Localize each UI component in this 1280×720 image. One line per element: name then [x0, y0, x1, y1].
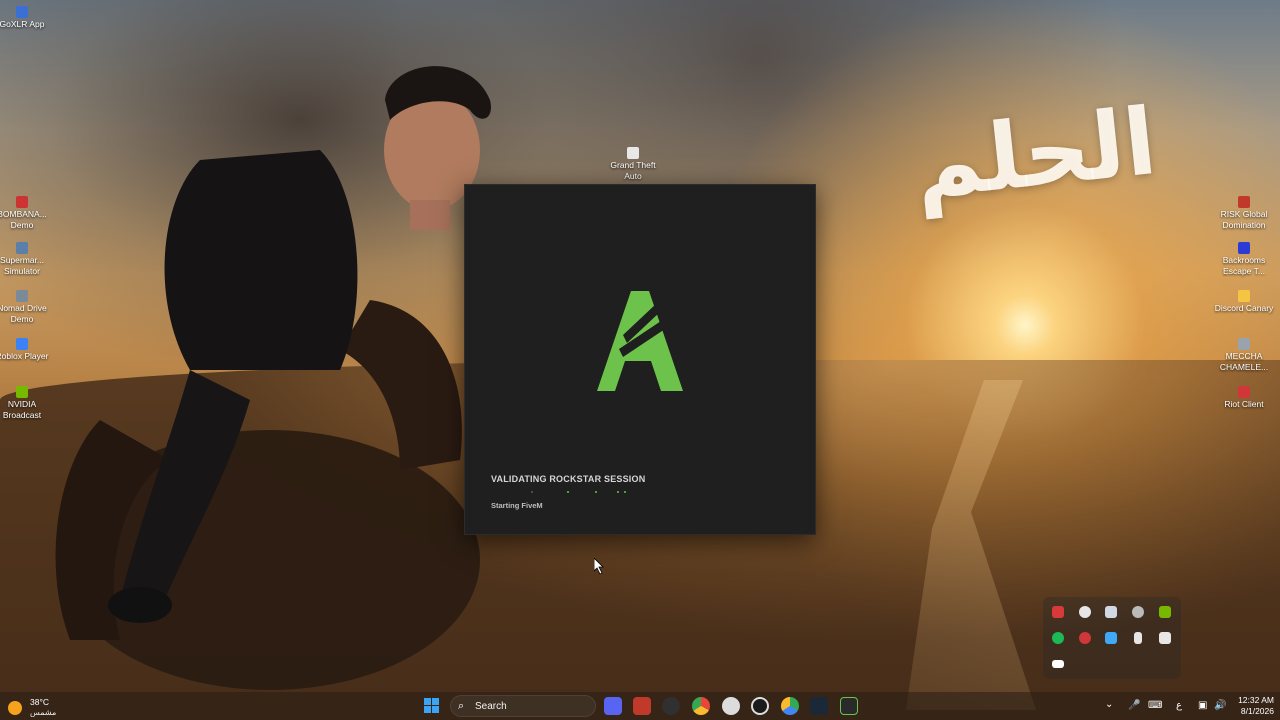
desktop-icon-supermarket[interactable]: Supermar... Simulator — [0, 242, 54, 277]
desktop-icon-label: Discord Canary — [1214, 303, 1274, 313]
clock-date: 8/1/2026 — [1240, 706, 1274, 716]
spotify-tray-icon[interactable] — [1052, 632, 1064, 644]
file-icon — [627, 147, 639, 159]
desktop-icon-discord-canary[interactable]: Discord Canary — [1212, 290, 1276, 314]
discord-app-icon[interactable] — [604, 697, 622, 715]
gear-tray-icon[interactable] — [1079, 606, 1091, 618]
desktop-icon-goxlr[interactable]: GoXLR App — [0, 6, 54, 30]
desktop-icon-label: Grand Theft Auto — [610, 160, 656, 181]
medal-tray-icon[interactable] — [1052, 660, 1064, 668]
chrome-app-icon[interactable] — [692, 697, 710, 715]
clock-time: 12:32 AM — [1238, 695, 1274, 705]
wallpaper-rider — [55, 66, 491, 690]
sun-icon — [8, 701, 22, 715]
meccha-icon — [1238, 338, 1250, 350]
riot-tray-icon[interactable] — [1079, 632, 1091, 644]
loading-dot — [617, 491, 619, 493]
mouse-cursor-icon — [594, 558, 604, 574]
desktop-icon-label: BOMBANA... Demo — [0, 209, 47, 230]
news-app-icon[interactable] — [633, 697, 651, 715]
loading-dots — [531, 491, 631, 495]
weather-desc: مشمس — [30, 708, 57, 717]
desktop-icon-gta[interactable]: Grand Theft Auto — [601, 147, 665, 182]
desktop-icon-label: MECCHA CHAMELE... — [1219, 351, 1269, 372]
nvidia-tray-icon[interactable] — [1159, 606, 1171, 618]
clock[interactable]: 12:32 AM 8/1/2026 — [1228, 695, 1274, 717]
desktop-icon-meccha[interactable]: MECCHA CHAMELE... — [1212, 338, 1276, 373]
roblox-icon — [16, 338, 28, 350]
goxlr-tray-icon[interactable] — [1159, 632, 1171, 644]
start-button[interactable] — [424, 698, 440, 714]
riot-icon — [1238, 386, 1250, 398]
loading-dot — [595, 491, 597, 493]
nomad-icon — [16, 290, 28, 302]
desktop-icon-backrooms[interactable]: Backrooms Escape T... — [1212, 242, 1276, 277]
obs-app-icon[interactable] — [662, 697, 680, 715]
tray-overflow-panel — [1043, 597, 1181, 679]
desktop-icon-nomad[interactable]: Nomad Drive Demo — [0, 290, 54, 325]
launcher-status-title: VALIDATING ROCKSTAR SESSION — [491, 474, 646, 484]
risk-icon — [1238, 196, 1250, 208]
nvidia-icon — [16, 386, 28, 398]
microphone-icon[interactable]: 🎤 — [1128, 700, 1140, 711]
desktop-icon-label: Riot Client — [1224, 399, 1264, 409]
supermarket-icon — [16, 242, 28, 254]
taskbar-search[interactable]: ⌕ Search — [450, 695, 596, 717]
desktop-icon-label: GoXLR App — [0, 19, 45, 29]
wallpaper-arabic-text: الحلم — [909, 87, 1162, 220]
desktop-icon-label: Supermar... Simulator — [0, 255, 44, 276]
obs-tray-icon[interactable] — [1132, 606, 1144, 618]
volume-icon[interactable]: 🔊 — [1214, 700, 1226, 711]
discord-canary-icon — [1238, 290, 1250, 302]
steam-tray-icon[interactable] — [1105, 606, 1117, 618]
defender-tray-icon[interactable] — [1105, 632, 1117, 644]
steam-app-icon[interactable] — [810, 697, 828, 715]
launcher-status-sub: Starting FiveM — [491, 501, 543, 510]
bombana-icon — [16, 196, 28, 208]
loading-dot — [531, 491, 533, 493]
desktop-icon-label: NVIDIA Broadcast — [2, 399, 42, 420]
loading-dot — [624, 491, 626, 493]
fivem-launcher-window[interactable]: VALIDATING ROCKSTAR SESSION Starting Fiv… — [464, 184, 816, 535]
chrome-canary-app-icon[interactable] — [781, 697, 799, 715]
usb-tray-icon[interactable] — [1134, 632, 1142, 644]
desktop-icon-risk[interactable]: RISK Global Domination — [1212, 196, 1276, 231]
chevron-up-icon[interactable]: ⌄ — [1105, 699, 1113, 710]
desktop-icon-bombana[interactable]: BOMBANA... Demo — [0, 196, 54, 231]
desktop-icon-riot-client[interactable]: Riot Client — [1212, 386, 1276, 410]
desktop-icon-label: RISK Global Domination — [1220, 209, 1268, 230]
vpn-icon[interactable] — [1052, 606, 1064, 618]
backrooms-icon — [1238, 242, 1250, 254]
desktop-icon-label: Nomad Drive Demo — [0, 303, 47, 324]
taskbar: 38°C مشمس ⌕ Search ⌄ 🎤 ⌨ ع ▣ 🔊 12:32 AM … — [0, 692, 1280, 720]
github-app-icon[interactable] — [751, 697, 769, 715]
weather-temp: 38°C — [30, 697, 49, 707]
fivem-app-icon[interactable] — [840, 697, 858, 715]
search-placeholder: Search — [475, 701, 507, 712]
network-icon[interactable]: ▣ — [1198, 700, 1207, 711]
language-indicator[interactable]: ع — [1176, 700, 1182, 711]
desktop-icon-nvidia-broadcast[interactable]: NVIDIA Broadcast — [0, 386, 54, 421]
search-icon: ⌕ — [458, 700, 465, 712]
desktop-icon-roblox[interactable]: Roblox Player — [0, 338, 54, 362]
settings-app-icon[interactable] — [722, 697, 740, 715]
loading-dot — [567, 491, 569, 493]
goxlr-icon — [16, 6, 28, 18]
keyboard-icon[interactable]: ⌨ — [1148, 700, 1162, 711]
fivem-logo-icon — [597, 291, 683, 391]
desktop-icon-label: Backrooms Escape T... — [1222, 255, 1266, 276]
desktop-icon-label: Roblox Player — [0, 351, 49, 361]
